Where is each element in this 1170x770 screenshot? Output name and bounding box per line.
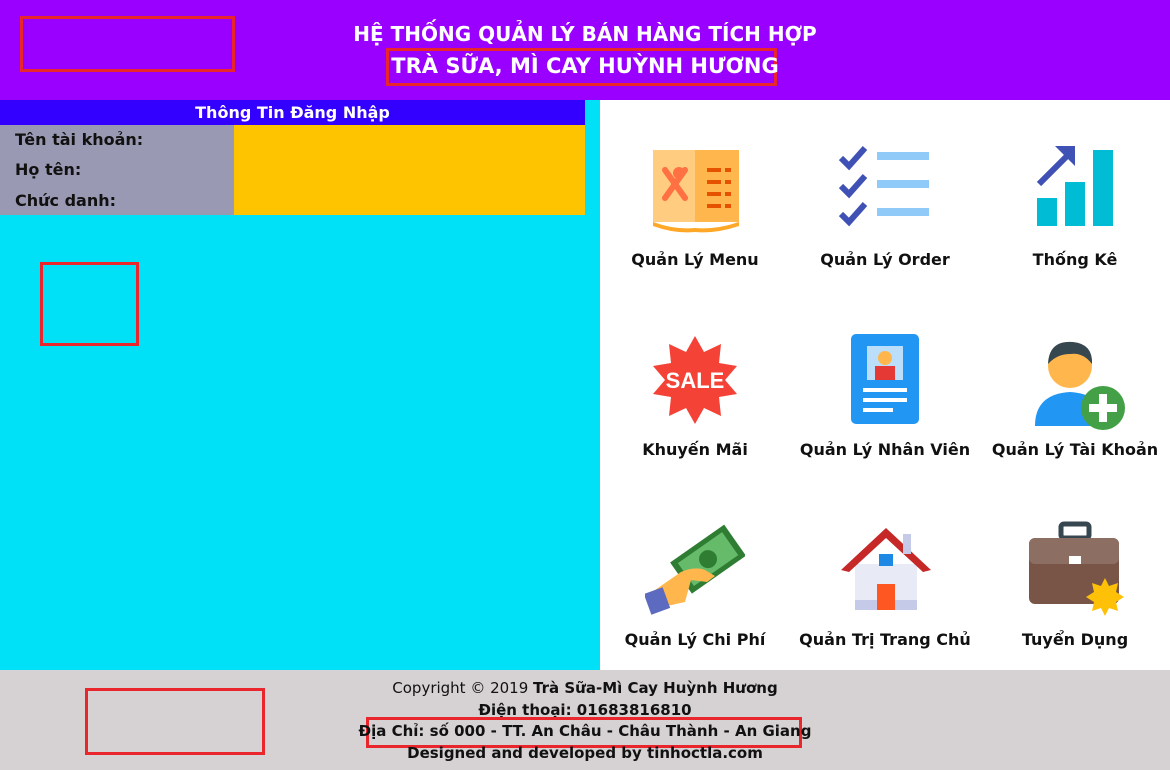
tile-expenses-label: Quản Lý Chi Phí: [624, 630, 766, 649]
tile-order[interactable]: Quản Lý Order: [790, 100, 980, 290]
address-line: Địa Chỉ: số 000 - TT. An Châu - Châu Thà…: [358, 722, 812, 740]
username-label: Tên tài khoản:: [15, 130, 144, 149]
copyright-brand: Trà Sữa-Mì Cay Huỳnh Hương: [533, 679, 778, 697]
tile-promotion[interactable]: SALE Khuyến Mãi: [600, 290, 790, 480]
tile-employees[interactable]: Quản Lý Nhân Viên: [790, 290, 980, 480]
tile-recruitment[interactable]: Tuyển Dụng: [980, 480, 1170, 670]
employee-card-icon: [851, 334, 919, 424]
svg-text:SALE: SALE: [666, 368, 725, 393]
tile-menu[interactable]: Quản Lý Menu: [600, 100, 790, 290]
app-header: HỆ THỐNG QUẢN LÝ BÁN HÀNG TÍCH HỢP TRÀ S…: [0, 0, 1170, 100]
tile-homepage-admin-label: Quản Trị Trang Chủ: [799, 630, 971, 649]
tile-promotion-label: Khuyến Mãi: [642, 440, 748, 459]
tile-order-label: Quản Lý Order: [820, 250, 950, 269]
role-label: Chức danh:: [15, 191, 117, 210]
briefcase-icon: [1029, 521, 1124, 616]
house-icon: [841, 528, 931, 610]
tile-accounts-label: Quản Lý Tài Khoản: [991, 440, 1159, 459]
add-user-icon: [1035, 341, 1125, 430]
store-name: TRÀ SỮA, MÌ CAY HUỲNH HƯƠNG: [391, 54, 779, 78]
tile-statistics[interactable]: Thống Kê: [980, 100, 1170, 290]
money-hand-icon: [645, 524, 745, 615]
copyright-text: Copyright © 2019: [392, 679, 534, 697]
tile-expenses[interactable]: Quản Lý Chi Phí: [600, 480, 790, 670]
login-info-values: [234, 125, 585, 215]
fullname-label: Họ tên:: [15, 160, 82, 179]
tile-menu-label: Quản Lý Menu: [631, 250, 759, 269]
checklist-icon: [838, 146, 929, 227]
avatar-placeholder: [40, 262, 139, 346]
copyright-line: Copyright © 2019 Trà Sữa-Mì Cay Huỳnh Hư…: [0, 679, 1170, 697]
login-info-labels: Tên tài khoản: Họ tên: Chức danh:: [0, 125, 234, 215]
app-footer: Copyright © 2019 Trà Sữa-Mì Cay Huỳnh Hư…: [0, 670, 1170, 770]
tile-recruitment-label: Tuyển Dụng: [1021, 630, 1129, 649]
designed-by-line: Designed and developed by tinhoctla.com: [407, 744, 763, 762]
system-title: HỆ THỐNG QUẢN LÝ BÁN HÀNG TÍCH HỢP: [353, 22, 817, 46]
tile-homepage-admin[interactable]: Quản Trị Trang Chủ: [790, 480, 980, 670]
login-info-heading: Thông Tin Đăng Nhập: [0, 100, 585, 125]
bar-chart-icon: [1036, 146, 1113, 226]
tile-employees-label: Quản Lý Nhân Viên: [799, 440, 971, 459]
tile-accounts[interactable]: Quản Lý Tài Khoản: [980, 290, 1170, 480]
function-grid: Quản Lý Menu Quản Lý Order Thống Kê SALE…: [600, 100, 1170, 670]
sale-badge-icon: SALE: [653, 336, 737, 424]
menu-book-icon: [653, 150, 739, 233]
tile-statistics-label: Thống Kê: [1032, 250, 1118, 269]
